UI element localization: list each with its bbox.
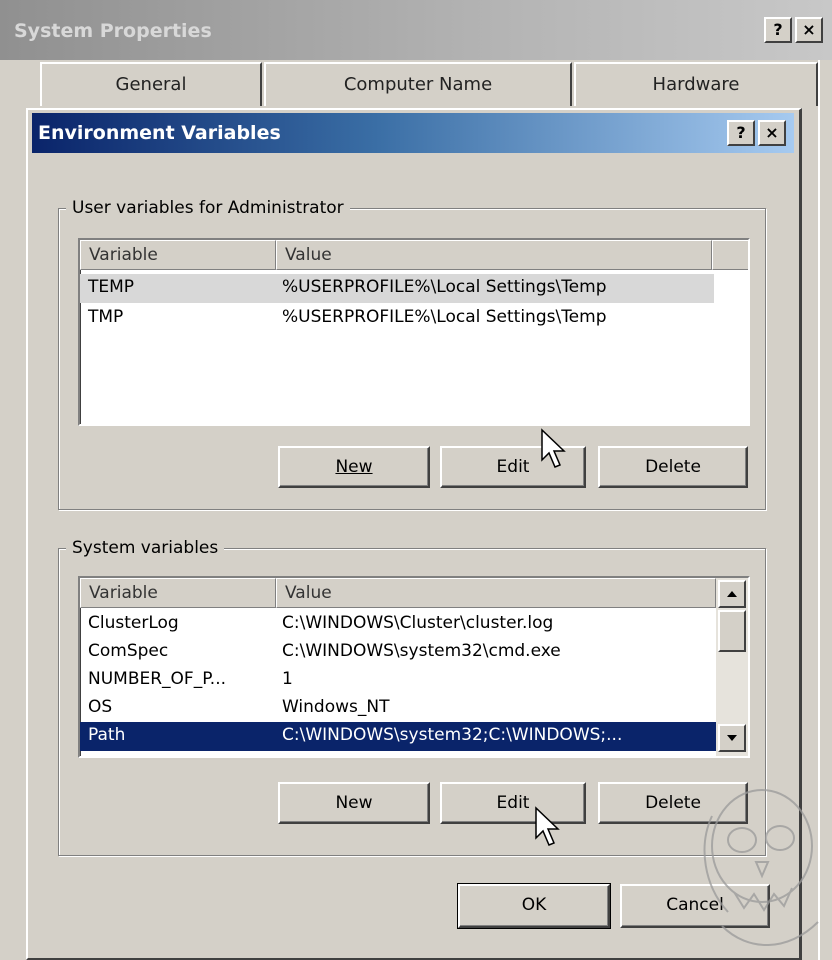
system-new-label: New [335,793,373,813]
variable-value: Windows_NT [282,697,390,717]
scroll-thumb[interactable] [718,610,746,652]
variable-name: ClusterLog [88,613,179,633]
system-properties-titlebar: System Properties [0,0,832,60]
user-edit-button[interactable]: Edit [440,446,586,488]
variable-value: C:\WINDOWS\system32\cmd.exe [282,641,561,661]
ok-button[interactable]: OK [457,883,611,929]
list-item[interactable]: TMP %USERPROFILE%\Local Settings\Temp [80,304,714,333]
system-edit-label: Edit [496,793,530,813]
list-item[interactable]: ComSpec C:\WINDOWS\system32\cmd.exe [80,638,716,667]
list-item[interactable]: NUMBER_OF_P... 1 [80,666,716,695]
environment-variables-titlebar: Environment Variables [32,113,794,153]
variable-value: %USERPROFILE%\Local Settings\Temp [282,307,607,327]
system-variables-group-label: System variables [66,538,225,558]
list-item[interactable]: ClusterLog C:\WINDOWS\Cluster\cluster.lo… [80,610,716,639]
variable-name: TMP [88,307,124,327]
variable-name: OS [88,697,113,717]
scroll-down-button[interactable] [718,724,746,752]
variable-name: Path [88,725,126,745]
system-variables-list[interactable]: Variable Value ClusterLog C:\WINDOWS\Clu… [78,576,750,758]
column-header-value[interactable]: Value [276,578,716,608]
env-close-button[interactable]: × [758,120,786,146]
list-item-selected[interactable]: Path C:\WINDOWS\system32;C:\WINDOWS;... [80,722,716,751]
column-header-variable[interactable]: Variable [80,578,276,608]
system-properties-close-button[interactable]: × [795,17,823,43]
system-new-button[interactable]: New [278,782,430,824]
user-variables-list[interactable]: Variable Value TEMP %USERPROFILE%\Local … [78,238,750,426]
scroll-up-button[interactable] [718,580,746,608]
user-new-label: New [335,457,373,477]
variable-name: ComSpec [88,641,169,661]
user-variables-group-label: User variables for Administrator [66,198,350,218]
env-help-button[interactable]: ? [727,120,755,146]
skull-watermark-icon [703,789,819,946]
tab-hardware[interactable]: Hardware [574,62,818,106]
column-header-variable[interactable]: Variable [80,240,276,270]
variable-name: NUMBER_OF_P... [88,669,227,689]
ok-label: OK [521,895,547,915]
variable-value: 1 [282,669,293,689]
environment-variables-title: Environment Variables [38,122,281,144]
tab-general[interactable]: General [40,62,262,106]
variable-value: C:\WINDOWS\system32;C:\WINDOWS;... [282,725,623,745]
arrow-up-icon [727,591,737,597]
user-new-button[interactable]: New [278,446,430,488]
vertical-scrollbar[interactable] [716,578,748,756]
variable-value: C:\WINDOWS\Cluster\cluster.log [282,613,554,633]
variable-value: %USERPROFILE%\Local Settings\Temp [282,277,607,297]
system-properties-title: System Properties [14,20,212,42]
user-delete-button[interactable]: Delete [598,446,748,488]
system-properties-help-button[interactable]: ? [764,17,792,43]
variable-name: TEMP [88,277,135,297]
system-edit-button[interactable]: Edit [440,782,586,824]
column-header-value[interactable]: Value [276,240,712,270]
user-edit-label: Edit [496,457,530,477]
list-item[interactable]: OS Windows_NT [80,694,716,723]
tab-computer-name[interactable]: Computer Name [264,62,572,106]
list-item[interactable]: TEMP %USERPROFILE%\Local Settings\Temp [80,274,714,303]
column-header-filler [712,240,748,270]
user-delete-label: Delete [645,457,701,477]
arrow-down-icon [727,735,737,741]
